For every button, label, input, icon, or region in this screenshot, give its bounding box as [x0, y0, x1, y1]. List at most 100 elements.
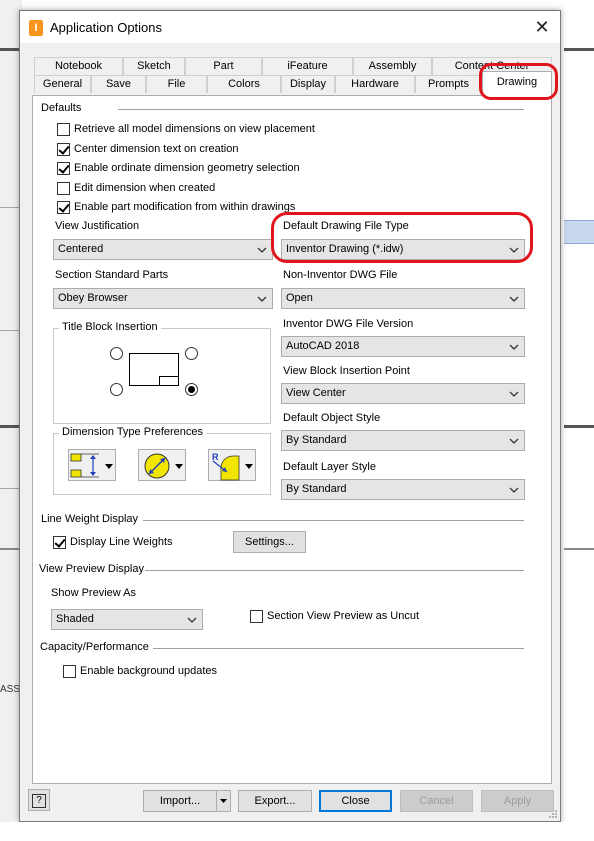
line-weight-heading: Line Weight Display: [41, 513, 139, 525]
view-preview-heading: View Preview Display: [39, 563, 144, 575]
chevron-down-icon: [509, 391, 519, 397]
linear-dimension-icon: [70, 453, 113, 478]
title-block-top-left-radio[interactable]: [110, 347, 123, 360]
title-block-bottom-left-radio[interactable]: [110, 383, 123, 396]
default-object-style-label: Default Object Style: [283, 412, 381, 424]
tab-colors[interactable]: Colors: [207, 75, 281, 93]
dimension-type-label: Dimension Type Preferences: [59, 426, 207, 438]
title-block-insertion-label: Title Block Insertion: [59, 321, 161, 333]
ordinate-dimension-checkbox[interactable]: Enable ordinate dimension geometry selec…: [57, 160, 300, 176]
tab-notebook[interactable]: Notebook: [34, 57, 123, 75]
diameter-dimension-button[interactable]: [138, 449, 186, 481]
linear-dimension-button[interactable]: [68, 449, 116, 481]
checkbox-box[interactable]: [63, 664, 76, 678]
retrieve-dimensions-checkbox[interactable]: Retrieve all model dimensions on view pl…: [57, 121, 315, 137]
checkbox-box[interactable]: [57, 200, 70, 214]
close-button[interactable]: Close: [319, 790, 392, 812]
checkbox-box[interactable]: [250, 609, 263, 623]
section-standard-parts-dropdown[interactable]: Obey Browser: [53, 288, 273, 309]
background-bottom: [0, 822, 594, 841]
inventor-app-icon: I: [29, 20, 43, 36]
part-modification-checkbox[interactable]: Enable part modification from within dra…: [57, 199, 295, 215]
title-block-bottom-right-radio[interactable]: [185, 383, 198, 396]
background-app-right: [564, 0, 594, 841]
title-block-diagram: [129, 353, 179, 386]
tab-drawing[interactable]: Drawing: [482, 71, 552, 96]
chevron-down-icon: [509, 296, 519, 302]
diameter-dimension-icon: [144, 453, 183, 479]
default-drawing-file-type-dropdown[interactable]: Inventor Drawing (*.idw): [281, 239, 525, 260]
checkbox-label: Enable background updates: [80, 665, 217, 677]
checkbox-label: Center dimension text on creation: [74, 143, 239, 155]
chevron-down-icon: [509, 247, 519, 253]
view-block-insertion-point-label: View Block Insertion Point: [283, 365, 410, 377]
tab-display[interactable]: Display: [281, 75, 335, 93]
show-preview-as-label: Show Preview As: [51, 587, 136, 599]
inventor-dwg-version-dropdown[interactable]: AutoCAD 2018: [281, 336, 525, 357]
dropdown-value: Centered: [58, 243, 104, 255]
tab-general[interactable]: General: [34, 75, 91, 93]
application-options-dialog: I Application Options ✕ Notebook Sketch …: [19, 10, 561, 822]
default-drawing-file-type-label: Default Drawing File Type: [283, 220, 409, 232]
view-block-insertion-point-dropdown[interactable]: View Center: [281, 383, 525, 404]
close-icon[interactable]: ✕: [530, 15, 554, 39]
import-button[interactable]: Import...: [143, 790, 217, 812]
tab-sketch[interactable]: Sketch: [123, 57, 185, 75]
radius-glyph: R: [212, 452, 219, 462]
capacity-divider: [153, 648, 524, 649]
background-updates-checkbox[interactable]: Enable background updates: [63, 663, 217, 679]
checkbox-label: Display Line Weights: [70, 536, 173, 548]
dropdown-value: Open: [286, 292, 313, 304]
checkbox-box[interactable]: [57, 161, 70, 175]
help-icon: ?: [32, 794, 46, 808]
edit-dimension-checkbox[interactable]: Edit dimension when created: [57, 180, 215, 196]
checkbox-box[interactable]: [57, 142, 70, 156]
tab-prompts[interactable]: Prompts: [415, 75, 482, 93]
checkbox-box[interactable]: [53, 535, 66, 549]
section-standard-parts-label: Section Standard Parts: [55, 269, 169, 281]
view-preview-divider: [145, 570, 524, 571]
export-button[interactable]: Export...: [238, 790, 312, 812]
background-divider: [564, 48, 594, 51]
chevron-down-icon: [257, 247, 267, 253]
section-view-uncut-checkbox[interactable]: Section View Preview as Uncut: [250, 608, 419, 624]
checkbox-box[interactable]: [57, 181, 70, 195]
tab-file[interactable]: File: [146, 75, 207, 93]
display-line-weights-checkbox[interactable]: Display Line Weights: [53, 534, 173, 550]
view-justification-dropdown[interactable]: Centered: [53, 239, 273, 260]
dialog-title: Application Options: [50, 20, 163, 35]
checkbox-label: Retrieve all model dimensions on view pl…: [74, 123, 315, 135]
background-divider: [564, 425, 594, 428]
tab-hardware[interactable]: Hardware: [335, 75, 415, 93]
checkbox-label: Section View Preview as Uncut: [267, 610, 420, 622]
show-preview-as-dropdown[interactable]: Shaded: [51, 609, 203, 630]
title-block-top-right-radio[interactable]: [185, 347, 198, 360]
background-selected-row: [564, 220, 594, 244]
inventor-dwg-version-label: Inventor DWG File Version: [283, 318, 414, 330]
non-inventor-dwg-dropdown[interactable]: Open: [281, 288, 525, 309]
import-dropdown-button[interactable]: [216, 790, 231, 812]
tab-save[interactable]: Save: [91, 75, 146, 93]
line-weight-settings-button[interactable]: Settings...: [233, 531, 306, 553]
tab-assembly[interactable]: Assembly: [353, 57, 432, 75]
non-inventor-dwg-label: Non-Inventor DWG File: [283, 269, 398, 281]
checkbox-label: Edit dimension when created: [74, 182, 216, 194]
default-object-style-dropdown[interactable]: By Standard: [281, 430, 525, 451]
resize-grip-icon[interactable]: [548, 809, 558, 819]
tab-ifeature[interactable]: iFeature: [262, 57, 353, 75]
tab-part[interactable]: Part: [185, 57, 262, 75]
radius-dimension-icon: R: [212, 452, 253, 481]
radius-dimension-button[interactable]: R: [208, 449, 256, 481]
default-layer-style-dropdown[interactable]: By Standard: [281, 479, 525, 500]
help-button[interactable]: ?: [28, 789, 50, 811]
chevron-down-icon: [257, 296, 267, 302]
drawing-tab-panel: Defaults Retrieve all model dimensions o…: [32, 95, 552, 784]
chevron-down-icon: [509, 487, 519, 493]
capacity-heading: Capacity/Performance: [40, 641, 149, 653]
checkbox-box[interactable]: [57, 122, 70, 136]
cancel-button[interactable]: Cancel: [400, 790, 473, 812]
title-bar[interactable]: I Application Options ✕: [20, 11, 560, 43]
apply-button[interactable]: Apply: [481, 790, 554, 812]
center-dimension-text-checkbox[interactable]: Center dimension text on creation: [57, 141, 238, 157]
dropdown-value: AutoCAD 2018: [286, 340, 360, 352]
